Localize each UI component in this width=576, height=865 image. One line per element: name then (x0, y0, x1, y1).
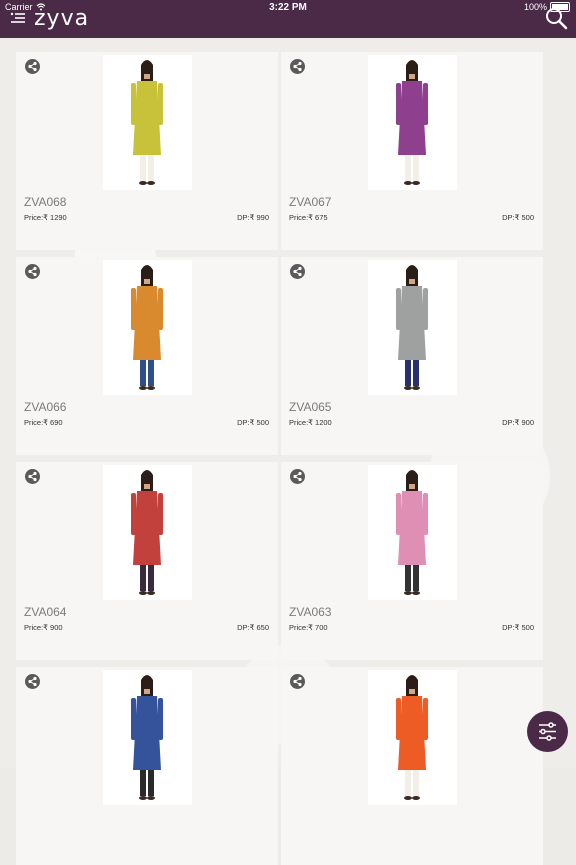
model-figure (396, 470, 428, 595)
filter-sliders-icon (539, 722, 556, 741)
share-icon (293, 61, 302, 72)
product-card[interactable]: ZVA066 Price:₹ 690 DP:₹ 500 (16, 257, 278, 455)
product-code: ZVA064 (24, 605, 67, 619)
product-code: ZVA065 (289, 400, 332, 414)
product-code: ZVA063 (289, 605, 332, 619)
product-code: ZVA068 (24, 195, 67, 209)
share-icon (28, 61, 37, 72)
product-card[interactable]: ZVA067 Price:₹ 675 DP:₹ 500 (281, 52, 543, 250)
search-icon[interactable] (544, 6, 568, 30)
product-image[interactable] (368, 670, 457, 805)
share-button[interactable] (290, 59, 305, 74)
filter-button[interactable] (527, 711, 568, 752)
share-button[interactable] (25, 59, 40, 74)
product-code: ZVA066 (24, 400, 67, 414)
share-button[interactable] (290, 674, 305, 689)
share-button[interactable] (25, 264, 40, 279)
product-price: Price:₹ 690 (24, 418, 63, 427)
product-card[interactable]: ZVA063 Price:₹ 700 DP:₹ 500 (281, 462, 543, 660)
share-button[interactable] (25, 469, 40, 484)
share-icon (293, 266, 302, 277)
model-figure (131, 470, 163, 595)
product-price: Price:₹ 1200 (289, 418, 332, 427)
product-dp: DP:₹ 500 (237, 418, 269, 427)
product-image[interactable] (103, 465, 192, 600)
product-card[interactable] (281, 667, 543, 865)
product-image[interactable] (103, 260, 192, 395)
model-figure (396, 675, 428, 800)
top-bar: Carrier 3:22 PM 100% zyva (0, 0, 576, 38)
product-card[interactable]: ZVA065 Price:₹ 1200 DP:₹ 900 (281, 257, 543, 455)
product-code: ZVA067 (289, 195, 332, 209)
product-image[interactable] (103, 55, 192, 190)
share-icon (28, 471, 37, 482)
app-logo: zyva (34, 6, 90, 31)
product-price: Price:₹ 675 (289, 213, 328, 222)
product-price: Price:₹ 1290 (24, 213, 67, 222)
product-image[interactable] (368, 260, 457, 395)
share-button[interactable] (290, 264, 305, 279)
share-button[interactable] (290, 469, 305, 484)
product-card[interactable] (16, 667, 278, 865)
menu-icon[interactable] (10, 11, 26, 25)
product-card[interactable]: ZVA064 Price:₹ 900 DP:₹ 650 (16, 462, 278, 660)
product-image[interactable] (368, 465, 457, 600)
model-figure (396, 60, 428, 185)
product-image[interactable] (103, 670, 192, 805)
product-price: Price:₹ 900 (24, 623, 63, 632)
product-price: Price:₹ 700 (289, 623, 328, 632)
product-dp: DP:₹ 500 (502, 213, 534, 222)
product-image[interactable] (368, 55, 457, 190)
share-icon (293, 471, 302, 482)
product-card[interactable]: ZVA068 Price:₹ 1290 DP:₹ 990 (16, 52, 278, 250)
product-dp: DP:₹ 900 (502, 418, 534, 427)
model-figure (131, 60, 163, 185)
product-dp: DP:₹ 990 (237, 213, 269, 222)
share-icon (28, 676, 37, 687)
model-figure (396, 265, 428, 390)
share-button[interactable] (25, 674, 40, 689)
model-figure (131, 265, 163, 390)
model-figure (131, 675, 163, 800)
share-icon (293, 676, 302, 687)
product-dp: DP:₹ 500 (502, 623, 534, 632)
share-icon (28, 266, 37, 277)
product-dp: DP:₹ 650 (237, 623, 269, 632)
